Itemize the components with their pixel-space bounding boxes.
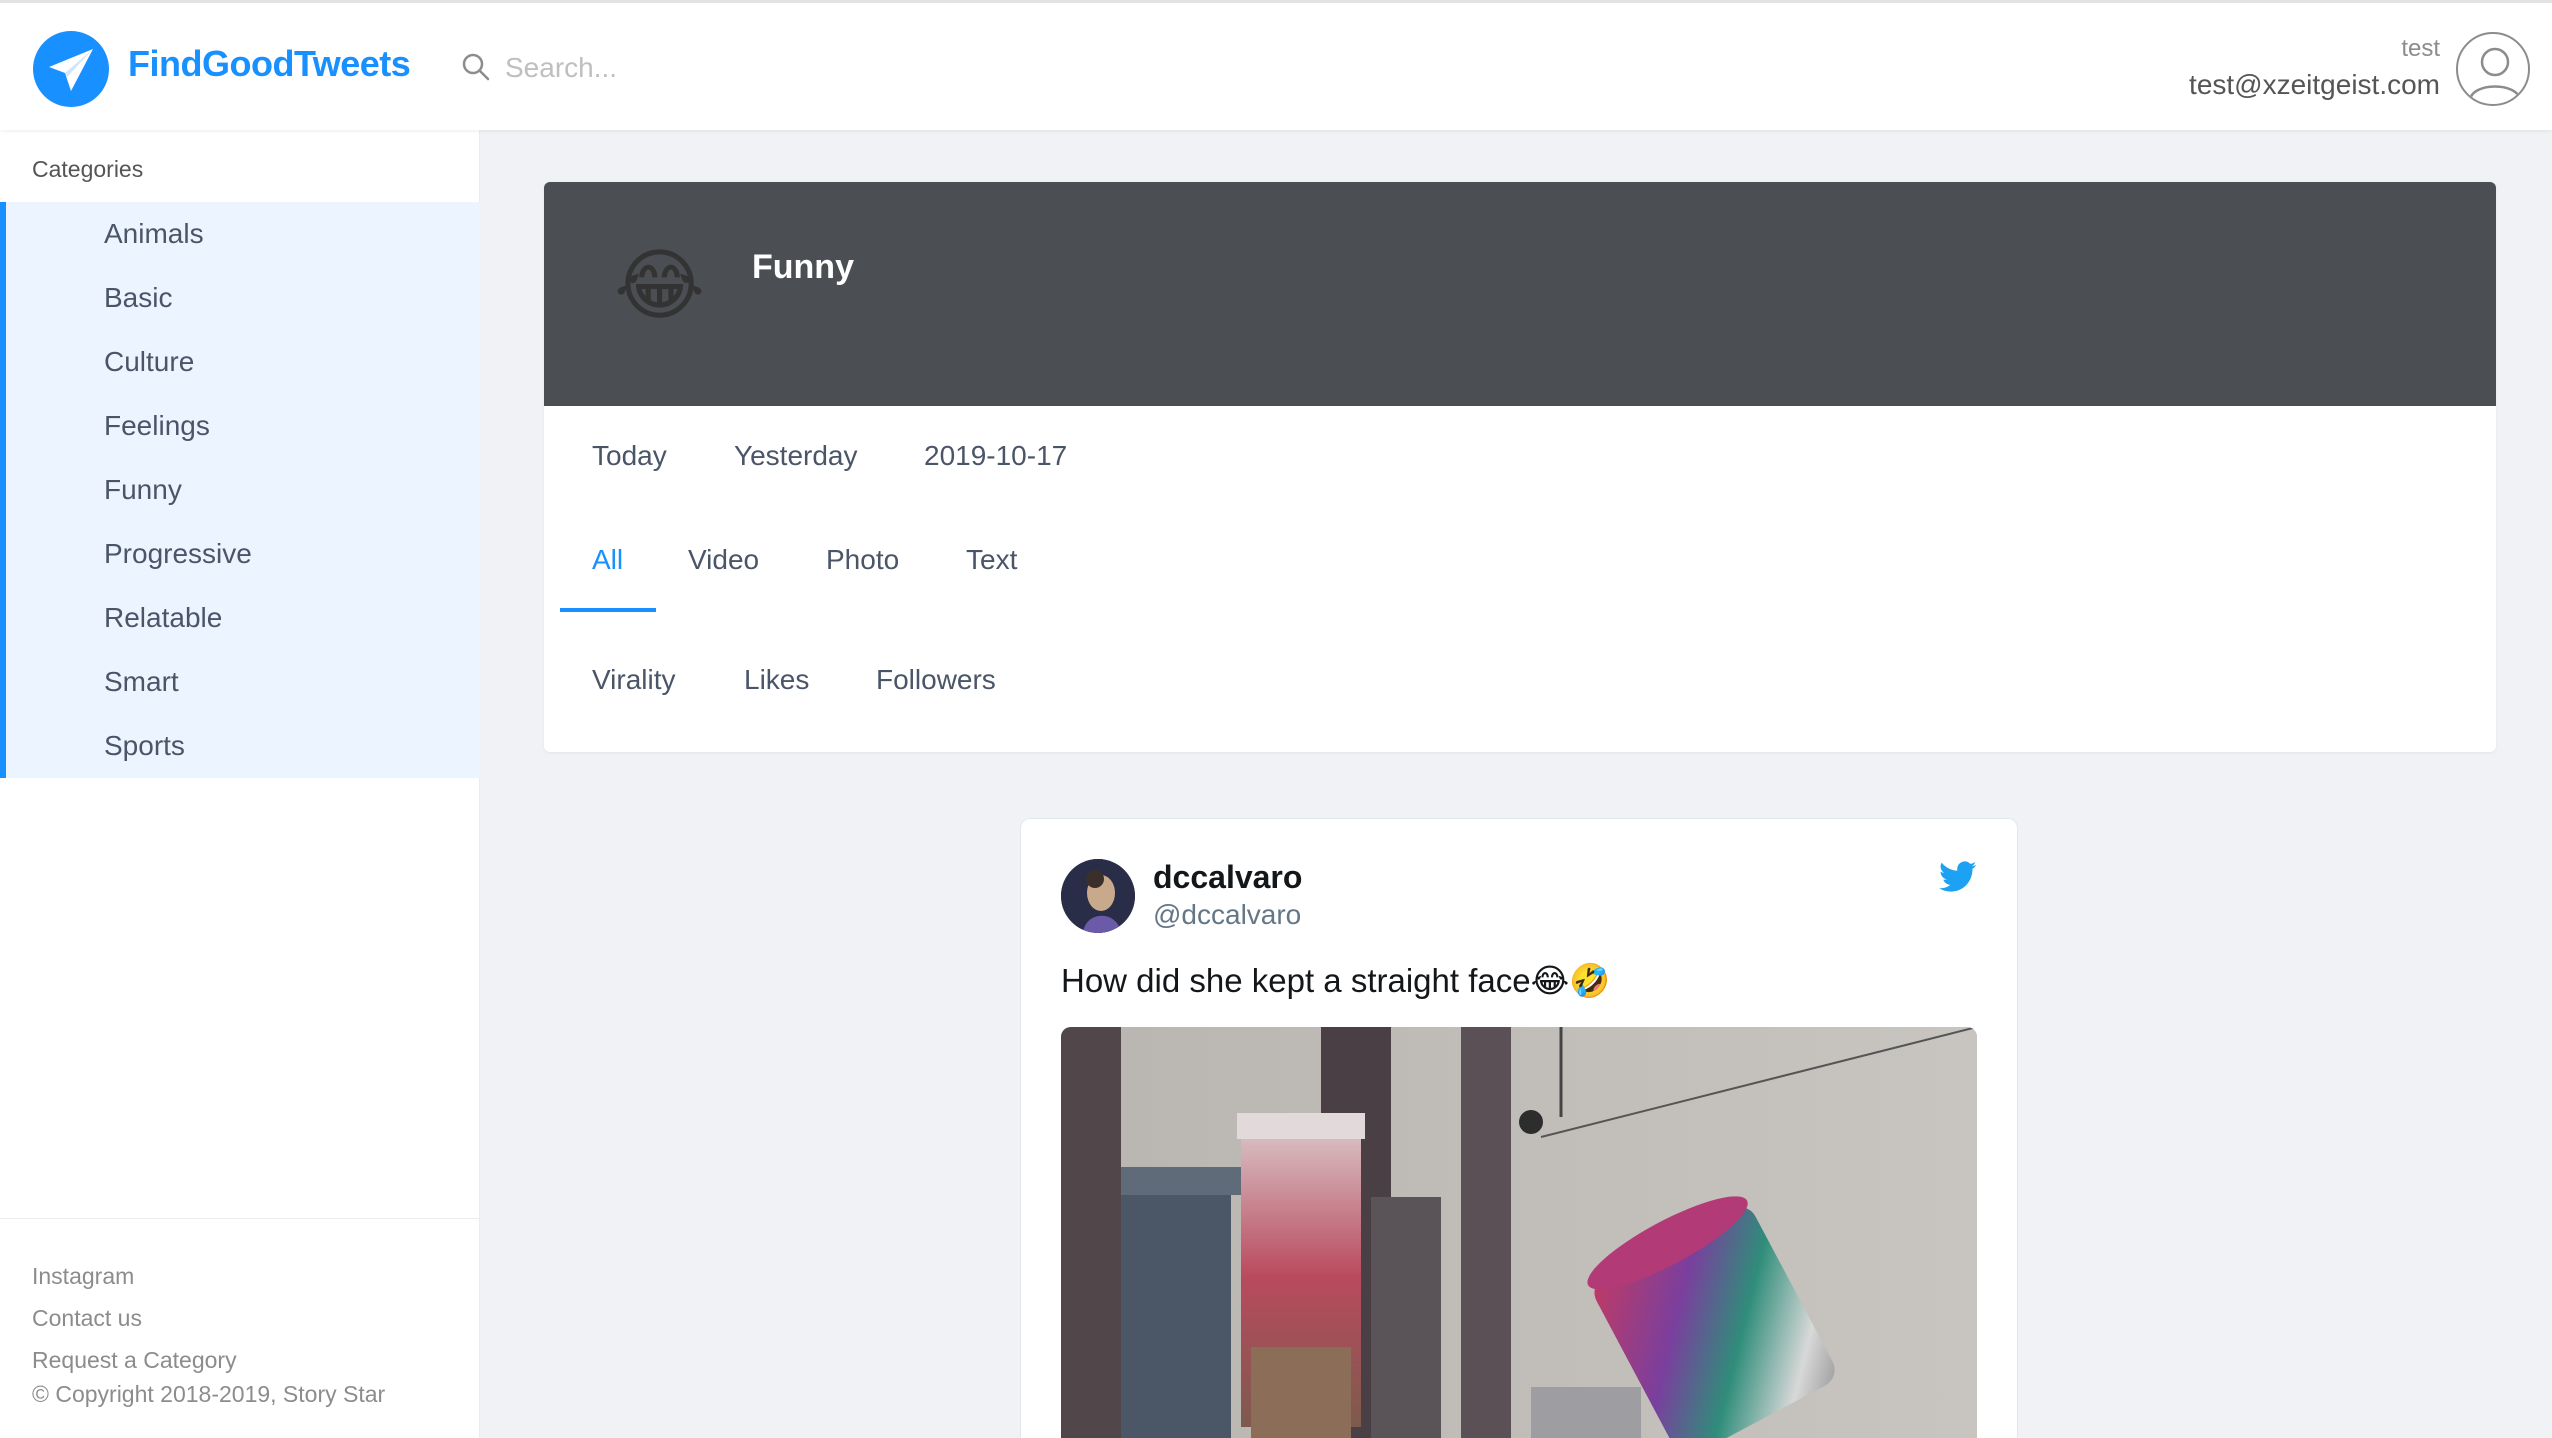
instagram-link[interactable]: Instagram xyxy=(32,1263,134,1290)
contact-link[interactable]: Contact us xyxy=(32,1305,142,1332)
tweet-avatar[interactable] xyxy=(1061,859,1135,933)
sidebar-footer: Instagram Contact us Request a Category … xyxy=(0,1218,480,1438)
search-icon xyxy=(462,53,490,81)
search-input[interactable] xyxy=(505,43,1205,93)
active-tab-indicator xyxy=(560,608,656,612)
request-category-link[interactable]: Request a Category xyxy=(32,1347,237,1374)
brand-name[interactable]: FindGoodTweets xyxy=(128,43,411,85)
sidebar-item-relatable[interactable]: Relatable xyxy=(6,586,480,650)
tab-yesterday[interactable]: Yesterday xyxy=(734,440,858,472)
tab-photo[interactable]: Photo xyxy=(826,544,899,576)
tweet-card[interactable]: dccalvaro @dccalvaro How did she kept a … xyxy=(1020,818,2018,1438)
sidebar-item-animals[interactable]: Animals xyxy=(6,202,480,266)
tab-followers[interactable]: Followers xyxy=(876,664,996,696)
sidebar-item-funny[interactable]: Funny xyxy=(6,458,480,522)
sidebar-item-sports[interactable]: Sports xyxy=(6,714,480,778)
tweet-author-handle[interactable]: @dccalvaro xyxy=(1153,899,1301,931)
categories-heading: Categories xyxy=(32,156,144,182)
category-emoji: 😂 xyxy=(614,241,706,329)
tweet-text: How did she kept a straight face😂🤣 xyxy=(1061,962,1611,999)
paper-plane-icon xyxy=(49,49,93,91)
tab-video[interactable]: Video xyxy=(688,544,759,576)
sidebar-item-smart[interactable]: Smart xyxy=(6,650,480,714)
tab-date[interactable]: 2019-10-17 xyxy=(924,440,1067,472)
user-avatar-icon[interactable] xyxy=(2456,32,2530,106)
category-list: Animals Basic Culture Feelings Funny Pro… xyxy=(0,202,480,778)
user-name: test xyxy=(2401,35,2440,62)
user-email: test@xzeitgeist.com xyxy=(2189,69,2440,100)
category-card: 😂 Funny Today Yesterday 2019-10-17 All V… xyxy=(544,182,2496,752)
top-header: FindGoodTweets test test@xzeitgeist.com xyxy=(0,0,2552,130)
tab-today[interactable]: Today xyxy=(592,440,667,472)
tab-virality[interactable]: Virality xyxy=(592,664,676,696)
tab-text[interactable]: Text xyxy=(966,544,1017,576)
category-banner: 😂 Funny xyxy=(544,182,2496,406)
tab-likes[interactable]: Likes xyxy=(744,664,809,696)
tweet-author-name[interactable]: dccalvaro xyxy=(1153,859,1302,896)
twitter-bird-icon[interactable] xyxy=(1939,861,1977,893)
tweet-video-thumbnail[interactable] xyxy=(1061,1027,1977,1438)
category-title: Funny xyxy=(752,248,854,286)
logo-icon[interactable] xyxy=(33,31,109,107)
sidebar: Categories Animals Basic Culture Feeling… xyxy=(0,130,480,1438)
copyright-text: © Copyright 2018-2019, Story Star xyxy=(32,1381,386,1407)
sidebar-item-culture[interactable]: Culture xyxy=(6,330,480,394)
tab-all[interactable]: All xyxy=(592,544,623,576)
sidebar-item-progressive[interactable]: Progressive xyxy=(6,522,480,586)
sidebar-item-basic[interactable]: Basic xyxy=(6,266,480,330)
sidebar-item-feelings[interactable]: Feelings xyxy=(6,394,480,458)
